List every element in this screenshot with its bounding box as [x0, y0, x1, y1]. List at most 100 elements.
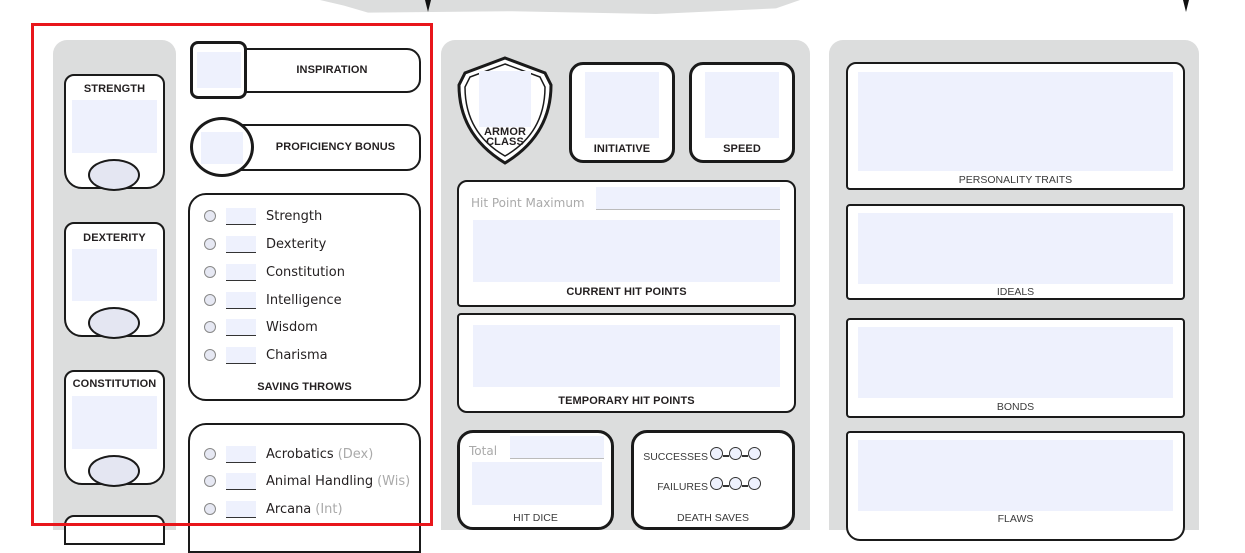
personality-traits-box: PERSONALITY TRAITS — [846, 62, 1185, 190]
saving-throw-row-charisma: Charisma — [204, 345, 328, 365]
saving-throw-row-strength: Strength — [204, 206, 322, 226]
success-connector — [723, 454, 729, 457]
failure-checkbox-1[interactable] — [710, 477, 723, 490]
initiative-label: INITIATIVE — [593, 143, 651, 155]
ideals-box: IDEALS — [846, 204, 1185, 300]
bonds-field[interactable] — [858, 327, 1173, 398]
current-hp-field[interactable] — [473, 220, 780, 282]
skill-label: Acrobatics — [266, 446, 334, 462]
hit-dice-label: HIT DICE — [513, 512, 558, 524]
skill-label: Arcana — [266, 501, 312, 517]
modifier-field[interactable] — [226, 445, 256, 463]
proficiency-checkbox[interactable] — [204, 475, 216, 487]
initiative-box: INITIATIVE — [569, 62, 675, 163]
death-saves-successes-label: SUCCESSES — [643, 451, 708, 463]
saving-throw-label: Wisdom — [266, 319, 318, 335]
speed-box: SPEED — [689, 62, 795, 163]
ability-modifier-oval[interactable] — [88, 159, 140, 191]
temp-hp-label: TEMPORARY HIT POINTS — [558, 395, 695, 407]
personality-traits-field[interactable] — [858, 72, 1173, 171]
ability-score-field[interactable] — [72, 100, 157, 153]
armor-class-shield — [457, 56, 553, 165]
temp-hp-field[interactable] — [473, 325, 780, 387]
proficiency-checkbox[interactable] — [204, 266, 216, 278]
success-checkbox-1[interactable] — [710, 447, 723, 460]
initiative-field[interactable] — [585, 72, 659, 138]
proficiency-checkbox[interactable] — [204, 448, 216, 460]
failure-connector — [742, 484, 748, 487]
proficiency-bonus-field[interactable] — [201, 132, 243, 164]
bonds-label: BONDS — [996, 401, 1035, 413]
ability-label: DEXTERITY — [83, 232, 146, 244]
saving-throws-title: SAVING THROWS — [257, 381, 352, 393]
saving-throw-label: Strength — [266, 208, 323, 224]
modifier-field[interactable] — [226, 318, 256, 336]
skill-row-acrobatics: Acrobatics (Dex) — [204, 444, 373, 464]
armor-class-field[interactable] — [479, 71, 531, 127]
death-saves-successes — [710, 447, 761, 465]
proficiency-checkbox[interactable] — [204, 294, 216, 306]
proficiency-checkbox[interactable] — [204, 349, 216, 361]
failure-checkbox-2[interactable] — [729, 477, 742, 490]
skill-ability: (Int) — [315, 501, 343, 517]
proficiency-checkbox[interactable] — [204, 210, 216, 222]
skill-row-animal-handling: Animal Handling (Wis) — [204, 471, 410, 491]
death-saves-label: DEATH SAVES — [677, 512, 749, 524]
skill-row-arcana: Arcana (Int) — [204, 499, 343, 519]
speed-field[interactable] — [705, 72, 779, 138]
current-hp-box: Hit Point Maximum CURRENT HIT POINTS — [457, 180, 796, 307]
current-hp-label: CURRENT HIT POINTS — [566, 286, 687, 298]
proficiency-checkbox[interactable] — [204, 238, 216, 250]
armor-class-label-line2: CLASS — [486, 136, 524, 148]
death-saves-box: SUCCESSES FAILURES DEATH SAVES — [631, 430, 795, 530]
hit-dice-field[interactable] — [472, 462, 602, 505]
proficiency-checkbox[interactable] — [204, 321, 216, 333]
success-connector — [742, 454, 748, 457]
ideals-label: IDEALS — [996, 286, 1035, 298]
speed-label: SPEED — [723, 143, 761, 155]
ability-label: CONSTITUTION — [72, 378, 157, 390]
death-saves-failures — [710, 477, 761, 495]
header-banner-decoration — [320, 0, 800, 14]
skill-ability: (Dex) — [337, 446, 374, 462]
failure-checkbox-3[interactable] — [748, 477, 761, 490]
proficiency-checkbox[interactable] — [204, 503, 216, 515]
hit-dice-box: Total HIT DICE — [457, 430, 614, 530]
saving-throw-label: Charisma — [266, 347, 328, 363]
modifier-field[interactable] — [226, 263, 256, 281]
failure-connector — [723, 484, 729, 487]
modifier-field[interactable] — [226, 207, 256, 225]
saving-throw-row-wisdom: Wisdom — [204, 317, 318, 337]
bonds-box: BONDS — [846, 318, 1185, 418]
skill-label: Animal Handling — [266, 473, 374, 489]
modifier-field[interactable] — [226, 500, 256, 518]
ability-modifier-oval[interactable] — [88, 307, 140, 339]
ability-score-field[interactable] — [72, 396, 157, 449]
ideals-field[interactable] — [858, 213, 1173, 284]
ability-modifier-oval[interactable] — [88, 455, 140, 487]
inspiration-field[interactable] — [197, 52, 241, 88]
ability-label: STRENGTH — [83, 83, 146, 95]
hit-dice-total-field[interactable] — [510, 436, 604, 459]
modifier-field[interactable] — [226, 291, 256, 309]
inspiration-checkbox-frame — [190, 41, 247, 99]
modifier-field[interactable] — [226, 472, 256, 490]
skill-ability: (Wis) — [377, 473, 411, 489]
inspiration-label: INSPIRATION — [296, 64, 368, 76]
death-saves-failures-label: FAILURES — [657, 481, 708, 493]
success-checkbox-2[interactable] — [729, 447, 742, 460]
ability-score-field[interactable] — [72, 249, 157, 301]
ability-box-dexterity: DEXTERITY — [64, 222, 165, 339]
modifier-field[interactable] — [226, 346, 256, 364]
saving-throw-label: Intelligence — [266, 292, 342, 308]
ability-box-next — [64, 515, 165, 545]
ability-box-strength: STRENGTH — [64, 74, 165, 191]
proficiency-bonus-box: PROFICIENCY BONUS — [232, 124, 421, 171]
modifier-field[interactable] — [226, 235, 256, 253]
hit-dice-total-label: Total — [469, 444, 498, 458]
success-checkbox-3[interactable] — [748, 447, 761, 460]
saving-throw-row-constitution: Constitution — [204, 262, 345, 282]
flaws-field[interactable] — [858, 440, 1173, 511]
hp-max-field[interactable] — [596, 187, 780, 210]
personality-traits-label: PERSONALITY TRAITS — [958, 174, 1073, 186]
